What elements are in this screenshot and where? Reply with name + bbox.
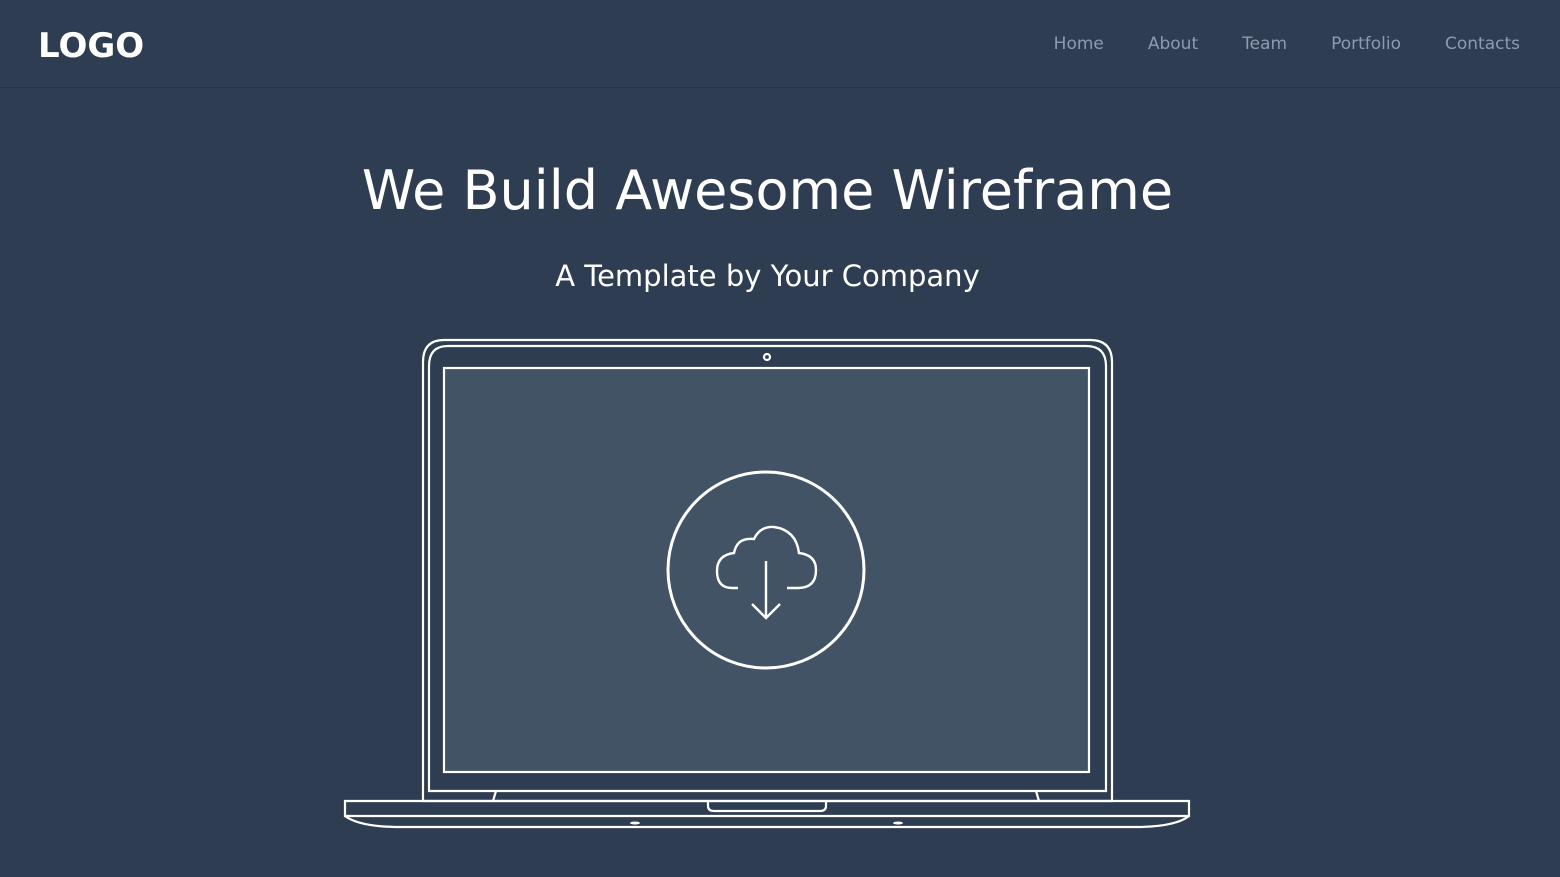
trackpad-notch <box>706 801 828 813</box>
laptop-base <box>343 799 1191 818</box>
hero-subtitle: A Template by Your Company <box>555 259 980 293</box>
hero-title: We Build Awesome Wireframe <box>361 159 1174 222</box>
main-nav: Home About Team Portfolio Contacts <box>1010 0 1520 88</box>
laptop-illustration <box>343 338 1191 829</box>
laptop-base-bottom <box>344 815 1190 829</box>
nav-item-about[interactable]: About <box>1148 34 1198 54</box>
logo[interactable]: LOGO <box>38 26 144 66</box>
navbar: LOGO Home About Team Portfolio Contacts <box>0 0 1560 88</box>
nav-item-home[interactable]: Home <box>1054 34 1104 54</box>
camera-dot <box>762 352 772 362</box>
nav-item-contacts[interactable]: Contacts <box>1445 34 1520 54</box>
nav-item-team[interactable]: Team <box>1242 34 1287 54</box>
nav-item-portfolio[interactable]: Portfolio <box>1331 34 1401 54</box>
